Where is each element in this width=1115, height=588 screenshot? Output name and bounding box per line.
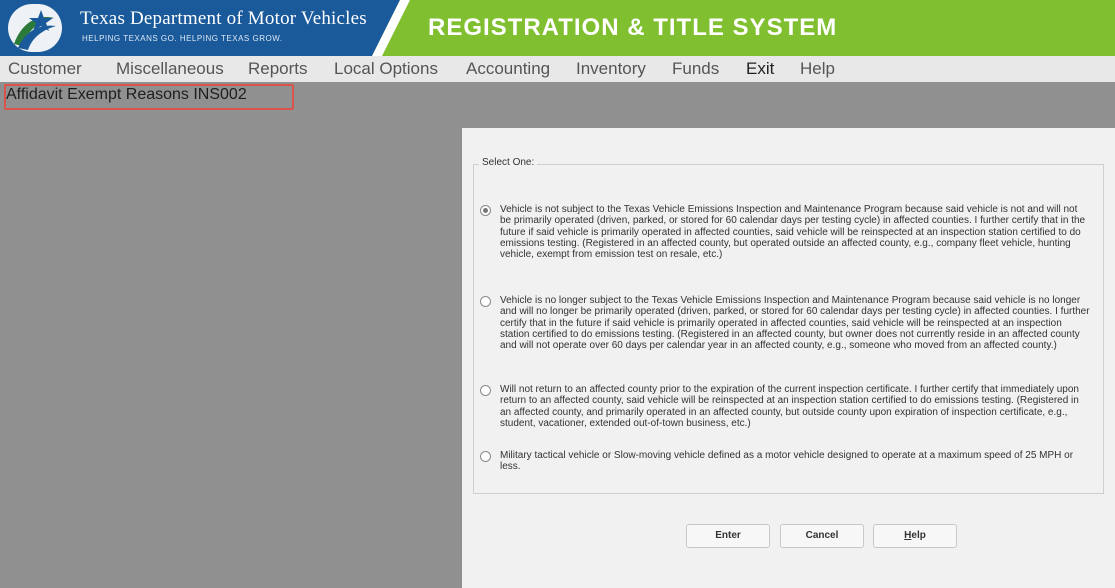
menu-bar: Customer Miscellaneous Reports Local Opt… bbox=[0, 56, 1115, 82]
menu-reports[interactable]: Reports bbox=[248, 59, 308, 79]
enter-button[interactable]: Enter bbox=[686, 524, 770, 548]
help-label-rest: elp bbox=[911, 530, 926, 541]
reason-text-2: Vehicle is no longer subject to the Texa… bbox=[500, 295, 1090, 352]
reason-radio-3[interactable] bbox=[480, 385, 491, 396]
txdmv-star-logo-icon bbox=[8, 4, 62, 52]
agency-title: Texas Department of Motor Vehicles bbox=[80, 8, 367, 29]
reason-fieldset: Select One: Vehicle is not subject to th… bbox=[473, 157, 1104, 494]
cancel-button[interactable]: Cancel bbox=[780, 524, 864, 548]
menu-exit[interactable]: Exit bbox=[746, 59, 774, 79]
menu-local-options[interactable]: Local Options bbox=[334, 59, 438, 79]
workspace: Affidavit Exempt Reasons INS002 Select O… bbox=[0, 82, 1115, 588]
system-title: REGISTRATION & TITLE SYSTEM bbox=[428, 14, 838, 41]
reason-radio-2[interactable] bbox=[480, 296, 491, 307]
select-one-legend: Select One: bbox=[479, 157, 538, 168]
help-button[interactable]: Help bbox=[873, 524, 957, 548]
menu-inventory[interactable]: Inventory bbox=[576, 59, 646, 79]
page-title: Affidavit Exempt Reasons INS002 bbox=[6, 86, 247, 103]
reason-radio-1[interactable] bbox=[480, 205, 491, 216]
reason-text-3: Will not return to an affected county pr… bbox=[500, 384, 1079, 429]
menu-funds[interactable]: Funds bbox=[672, 59, 719, 79]
menu-customer[interactable]: Customer bbox=[8, 59, 82, 79]
menu-help[interactable]: Help bbox=[800, 59, 835, 79]
agency-tagline: HELPING TEXANS GO. HELPING TEXAS GROW. bbox=[82, 34, 283, 43]
app-header: Texas Department of Motor Vehicles HELPI… bbox=[0, 0, 1115, 56]
menu-miscellaneous[interactable]: Miscellaneous bbox=[116, 59, 224, 79]
reason-text-1: Vehicle is not subject to the Texas Vehi… bbox=[500, 204, 1086, 261]
menu-accounting[interactable]: Accounting bbox=[466, 59, 550, 79]
affidavit-dialog: Select One: Vehicle is not subject to th… bbox=[462, 128, 1115, 588]
reason-radio-4[interactable] bbox=[480, 451, 491, 462]
reason-text-4: Military tactical vehicle or Slow-moving… bbox=[500, 450, 1074, 473]
